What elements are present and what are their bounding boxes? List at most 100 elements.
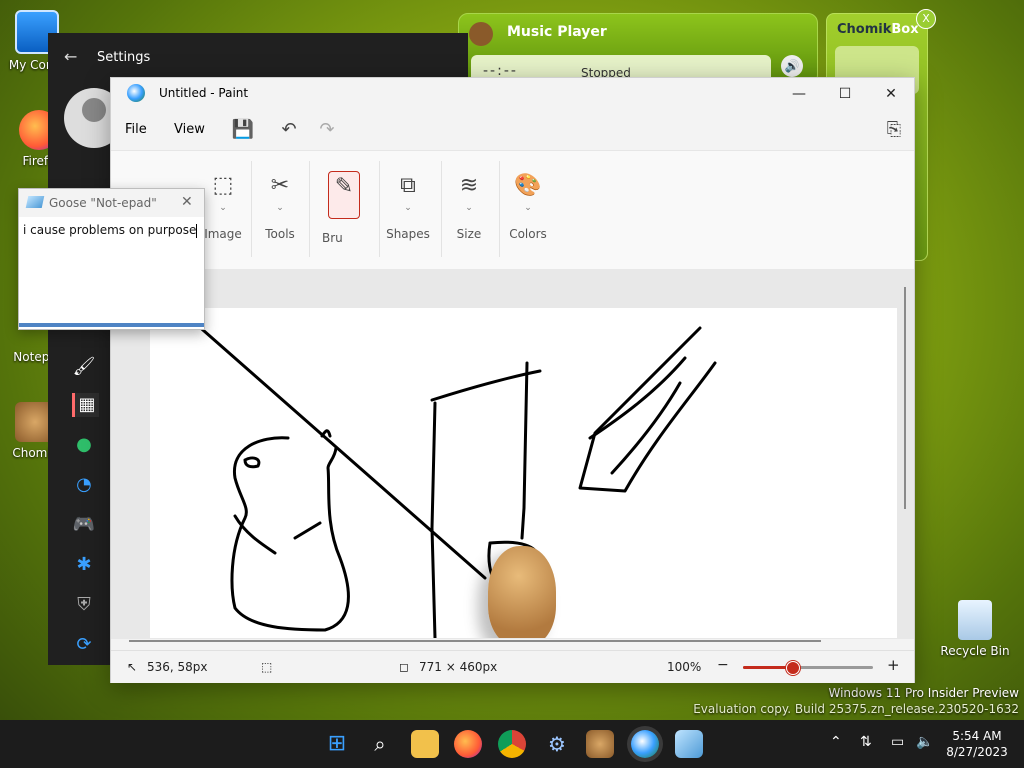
notepad-text[interactable]: i cause problems on purpose xyxy=(23,223,198,238)
brush-icon[interactable]: 🖌 xyxy=(72,355,96,379)
close-icon[interactable]: ✕ xyxy=(868,82,914,106)
hamster-icon[interactable] xyxy=(586,730,614,758)
music-player-window[interactable]: Music Player --:-- Stopped 🔊 xyxy=(458,13,818,85)
taskbar: ⊞ ⌕ ⚙ ⌃ ⇅ ▭ 🔈 5:54 AM 8/27/2023 xyxy=(0,720,1024,768)
arrow-left-icon[interactable]: ← xyxy=(64,47,77,66)
paint-window[interactable]: Untitled - Paint — ☐ ✕ File View 💾 ↶ ↷ ⎘… xyxy=(110,77,915,683)
chevron-up-icon[interactable]: ⌃ xyxy=(830,734,842,750)
accounts-icon[interactable]: ● xyxy=(72,433,96,457)
cursor-position: 536, 58px xyxy=(147,660,208,674)
notepad-titlebar: Goose "Not-epad" ✕ xyxy=(19,189,204,217)
tools-icon[interactable]: ✂ xyxy=(252,171,308,201)
stroke-diagonal-line xyxy=(193,321,487,580)
time-language-icon[interactable]: ◔ xyxy=(72,473,96,497)
ribbon-group-brushes[interactable]: ✎ Bru xyxy=(316,171,372,245)
selection-icon: ⬚ xyxy=(261,660,273,674)
firefox-icon[interactable] xyxy=(454,730,482,758)
canvas-size: 771 × 460px xyxy=(419,660,498,674)
desktop-icon-recycle-bin[interactable]: Recycle Bin xyxy=(938,600,1012,658)
gaming-icon[interactable]: 🎮 xyxy=(72,513,96,537)
recycle-bin-icon xyxy=(958,600,992,640)
settings-gear-icon[interactable]: ⚙ xyxy=(543,730,571,758)
update-icon[interactable]: ⟳ xyxy=(72,633,96,657)
monitor-tray-icon[interactable]: ▭ xyxy=(891,734,904,750)
stroke-door-left xyxy=(430,401,437,638)
chevron-down-icon[interactable]: ⌄ xyxy=(380,203,436,213)
stroke-rat-paw xyxy=(293,521,322,540)
accessibility-icon[interactable]: ✱ xyxy=(72,553,96,577)
horizontal-scrollbar[interactable] xyxy=(129,640,821,642)
ribbon-label-tools: Tools xyxy=(265,227,295,241)
text-caret xyxy=(196,223,198,238)
ribbon-divider xyxy=(309,161,310,257)
notepad-icon xyxy=(25,196,45,208)
music-player-title: Music Player xyxy=(507,24,607,40)
notepad-bottom-bar xyxy=(19,323,204,327)
minimize-icon[interactable]: — xyxy=(776,82,822,106)
chomikbox-close-button[interactable]: X xyxy=(916,9,936,29)
chevron-down-icon[interactable]: ⌄ xyxy=(500,203,556,213)
stroke-pen-ridges xyxy=(588,356,687,475)
status-bar: ↖ 536, 58px ⬚ ◻ 771 × 460px 100% − + xyxy=(111,650,914,683)
stroke-rat-ear xyxy=(320,429,332,438)
zoom-slider-fill xyxy=(743,666,793,669)
maximize-icon[interactable]: ☐ xyxy=(822,82,868,106)
cursor-icon: ↖ xyxy=(127,660,138,674)
ribbon-group-colors[interactable]: 🎨 ⌄ Colors xyxy=(500,171,556,241)
menu-view[interactable]: View xyxy=(174,122,205,137)
paint-logo-icon xyxy=(127,84,145,102)
share-icon[interactable]: ⎘ xyxy=(882,118,906,142)
menu-file[interactable]: File xyxy=(125,122,147,137)
canvas-area xyxy=(111,269,914,642)
volume-icon[interactable]: 🔊 xyxy=(781,55,803,77)
clock-date: 8/27/2023 xyxy=(946,745,1008,759)
ribbon-label-size: Size xyxy=(456,227,482,241)
zoom-slider[interactable] xyxy=(743,661,873,675)
ribbon-group-size[interactable]: ≋ ⌄ Size xyxy=(441,171,497,241)
ribbon-label-colors: Colors xyxy=(509,227,547,241)
chomikbox-title: ChomikBox xyxy=(837,22,919,37)
os-watermark-line2: Evaluation copy. Build 25375.zn_release.… xyxy=(693,702,1019,716)
chevron-down-icon[interactable]: ⌄ xyxy=(252,203,308,213)
ribbon: ⬚ ⌄ Image ✂ ⌄ Tools ✎ Bru ⧉ ⌄ Shapes ≋ ⌄… xyxy=(111,150,914,363)
chevron-down-icon[interactable]: ⌄ xyxy=(441,203,497,213)
apps-icon[interactable]: ▦ xyxy=(72,393,99,417)
chrome-icon[interactable] xyxy=(498,730,526,758)
zoom-slider-thumb[interactable] xyxy=(786,661,801,675)
ribbon-group-tools[interactable]: ✂ ⌄ Tools xyxy=(252,171,308,241)
volume-icon[interactable]: 🔈 xyxy=(916,734,933,750)
ribbon-group-shapes[interactable]: ⧉ ⌄ Shapes xyxy=(380,171,436,241)
system-clock[interactable]: 5:54 AM 8/27/2023 xyxy=(942,728,1012,760)
desktop-icon-label: Recycle Bin xyxy=(940,644,1010,658)
redo-icon[interactable]: ↷ xyxy=(315,118,339,142)
file-explorer-icon[interactable] xyxy=(411,730,439,758)
palette-icon[interactable]: 🎨 xyxy=(500,171,556,201)
hamster-icon xyxy=(469,22,493,46)
brush-icon[interactable]: ✎ xyxy=(328,171,360,219)
save-icon[interactable]: 💾 xyxy=(231,118,255,142)
shapes-icon[interactable]: ⧉ xyxy=(380,171,436,201)
zoom-out-button[interactable]: − xyxy=(717,657,729,673)
close-icon[interactable]: ✕ xyxy=(181,194,193,210)
search-icon[interactable]: ⌕ xyxy=(366,730,394,758)
ribbon-label-brushes: Bru xyxy=(322,231,343,245)
windows-start-icon[interactable]: ⊞ xyxy=(323,730,351,758)
undo-icon[interactable]: ↶ xyxy=(277,118,301,142)
paint-title: Untitled - Paint xyxy=(159,86,249,100)
hamster-icon xyxy=(488,546,556,638)
notepad-app-icon[interactable] xyxy=(675,730,703,758)
goose-notepad-window[interactable]: Goose "Not-epad" ✕ i cause problems on p… xyxy=(18,188,205,330)
size-icon[interactable]: ≋ xyxy=(441,171,497,201)
ribbon-label-shapes: Shapes xyxy=(386,227,430,241)
drawing-canvas[interactable] xyxy=(150,308,897,638)
vertical-scrollbar[interactable] xyxy=(904,287,906,509)
stroke-rat-arm xyxy=(233,514,277,555)
paint-app-icon[interactable] xyxy=(631,730,659,758)
zoom-level: 100% xyxy=(667,660,702,674)
settings-title: Settings xyxy=(97,50,151,65)
shield-icon[interactable]: ⛨ xyxy=(72,593,96,617)
canvas-size-icon: ◻ xyxy=(399,660,409,674)
network-icon[interactable]: ⇅ xyxy=(860,734,872,750)
stroke-pen-outline xyxy=(578,326,717,493)
zoom-in-button[interactable]: + xyxy=(887,656,900,674)
